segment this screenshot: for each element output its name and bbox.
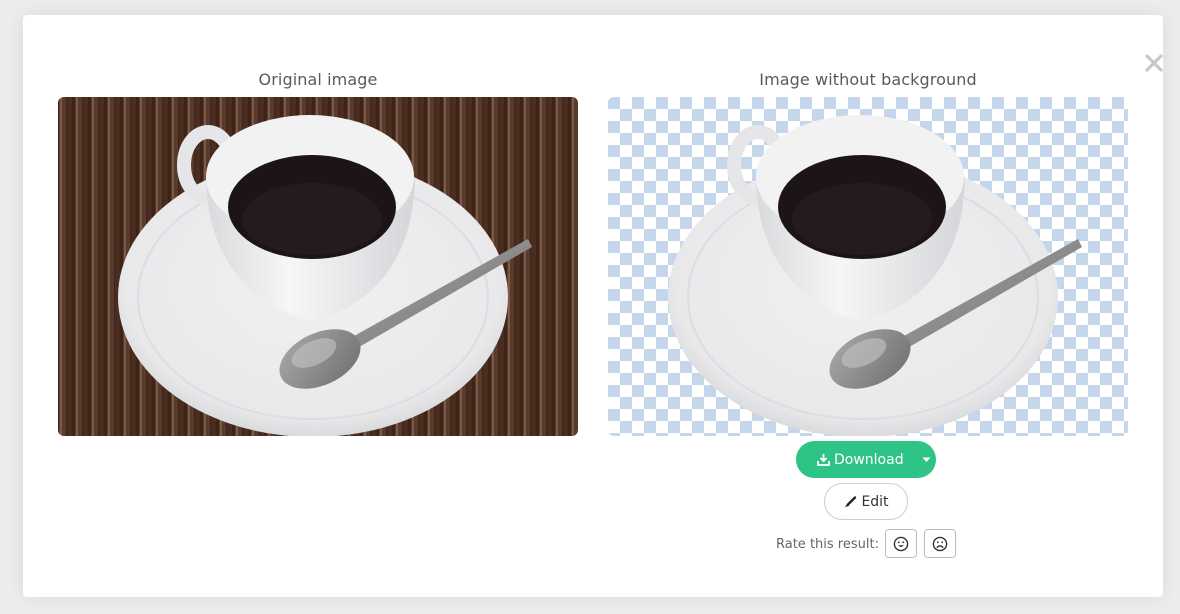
original-image-title: Original image (258, 70, 378, 89)
caret-down-icon[interactable] (916, 457, 936, 463)
edit-label: Edit (861, 493, 889, 510)
result-image (608, 97, 1128, 436)
result-modal: Original image Image without background (23, 15, 1163, 597)
download-icon (817, 454, 830, 466)
download-button[interactable]: Download (796, 441, 936, 478)
rate-label: Rate this result: (776, 537, 879, 552)
close-icon[interactable] (1143, 52, 1165, 74)
brush-icon (845, 495, 857, 507)
rate-bad-button[interactable] (924, 529, 956, 558)
rate-good-button[interactable] (885, 529, 917, 558)
download-main[interactable]: Download (796, 452, 916, 468)
edit-button[interactable]: Edit (824, 483, 908, 520)
original-image (58, 97, 578, 436)
result-image-title: Image without background (759, 70, 977, 89)
frown-icon (932, 536, 948, 551)
smile-icon (893, 536, 909, 551)
download-label: Download (834, 451, 904, 468)
